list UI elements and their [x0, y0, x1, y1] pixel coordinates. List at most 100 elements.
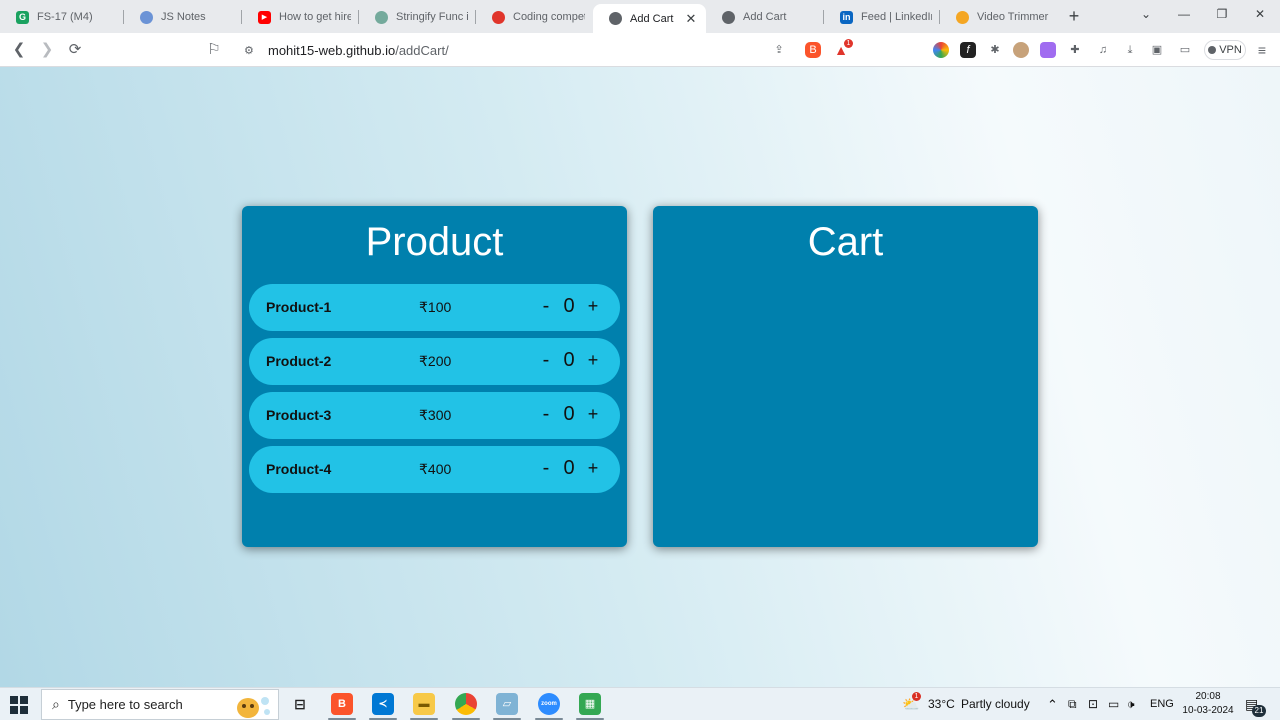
minimize-button[interactable]: — [1164, 2, 1204, 26]
increase-button[interactable]: + [585, 349, 601, 371]
system-clock[interactable]: 20:08 10-03-2024 [1176, 690, 1240, 718]
menu-icon[interactable]: ≡ [1254, 42, 1270, 58]
tab-js-notes[interactable]: JS Notes [124, 4, 242, 30]
product-name: Product-2 [266, 353, 332, 369]
task-view-icon[interactable]: ⊟ [289, 693, 311, 715]
site-info-icon[interactable]: ⚙ [244, 44, 260, 57]
increase-button[interactable]: + [585, 403, 601, 425]
tab-linkedin[interactable]: in Feed | LinkedIn [824, 4, 940, 30]
ai-extension-icon[interactable] [1040, 42, 1056, 58]
tab-title: Stringify Func in J [396, 11, 468, 23]
language-indicator[interactable]: ENG [1150, 688, 1174, 720]
tab-title: Video Trimmer - C [977, 11, 1050, 23]
decrease-button[interactable]: - [539, 295, 553, 317]
chrome-taskbar-icon[interactable] [455, 693, 477, 715]
tab-title: FS-17 (M4) [37, 11, 93, 23]
close-tab-icon[interactable]: ✕ [684, 11, 698, 27]
product-price: ₹300 [419, 407, 452, 423]
search-highlight-mascot-icon [237, 697, 270, 718]
tab-title: Add Cart [630, 12, 674, 25]
globe-icon [722, 10, 735, 24]
tab-youtube[interactable]: ▶ How to get hired [242, 4, 359, 30]
file-explorer-icon[interactable]: ▬ [413, 693, 435, 715]
quantity-value: 0 [563, 349, 575, 371]
address-bar[interactable]: ⚙ mohit15-web.github.io/addCart/ [234, 37, 794, 63]
onedrive-icon[interactable]: ⧉ [1068, 688, 1077, 720]
url-text: mohit15-web.github.io/addCart/ [268, 43, 449, 58]
decrease-button[interactable]: - [539, 457, 553, 479]
battery-icon[interactable]: ▭ [1108, 688, 1119, 720]
new-tab-button[interactable]: + [1064, 5, 1084, 27]
weather-description: Partly cloudy [961, 697, 1030, 711]
restore-button[interactable]: ❐ [1202, 2, 1242, 26]
search-icon: ⌕ [52, 696, 60, 712]
tab-add-cart-active[interactable]: Add Cart ✕ [593, 4, 706, 33]
windows-taskbar: ⌕ Type here to search ⊟ B ≺ ▬ ▱ zoom ▦ ⛅… [0, 687, 1280, 720]
notepad-taskbar-icon[interactable]: ▱ [496, 693, 518, 715]
reload-button[interactable]: ⟳ [64, 39, 86, 61]
windows-start-icon[interactable] [10, 696, 28, 714]
downloads-icon[interactable]: ⤓ [1122, 42, 1138, 58]
tab-coding[interactable]: Coding competiti [476, 4, 593, 30]
url-host: mohit15-web.github.io [268, 42, 396, 58]
forward-button[interactable]: ❯ [36, 39, 58, 61]
media-music-icon[interactable]: ♫ [1095, 42, 1111, 58]
cart-panel: Cart [653, 206, 1038, 547]
tab-title: JS Notes [161, 11, 206, 23]
tab-chatgpt[interactable]: Stringify Func in J [359, 4, 476, 30]
product-name: Product-4 [266, 461, 332, 477]
product-row: Product-2 ₹200 - 0 + [249, 338, 620, 385]
show-hidden-icons-icon[interactable]: ⌃ [1047, 688, 1058, 720]
quantity-value: 0 [563, 403, 575, 425]
tab-add-cart[interactable]: Add Cart [706, 4, 824, 30]
bug-extension-icon[interactable]: ✱ [987, 42, 1003, 58]
zoom-taskbar-icon[interactable]: zoom [538, 693, 560, 715]
fire-icon [492, 10, 505, 24]
vpn-button[interactable]: VPN [1204, 40, 1246, 60]
tab-video-trimmer[interactable]: Video Trimmer - C [940, 4, 1058, 30]
font-extension-icon[interactable]: f [960, 42, 976, 58]
avatar-extension-icon[interactable] [1013, 42, 1029, 58]
chatgpt-icon [375, 10, 388, 24]
bookmark-icon[interactable]: ⚐ [203, 39, 225, 61]
back-button[interactable]: ❮ [8, 39, 30, 61]
color-picker-extension-icon[interactable] [933, 42, 949, 58]
clock-time: 20:08 [1195, 691, 1221, 702]
url-path: /addCart/ [395, 42, 449, 58]
share-icon[interactable]: ⇪ [771, 42, 787, 58]
classroom-taskbar-icon[interactable]: ▦ [579, 693, 601, 715]
quantity-value: 0 [563, 295, 575, 317]
product-title: Product [365, 220, 504, 264]
tab-fs17[interactable]: G FS-17 (M4) [0, 4, 124, 30]
video-trimmer-icon [956, 10, 969, 24]
brave-taskbar-icon[interactable]: B [331, 693, 353, 715]
linkedin-icon: in [840, 10, 853, 24]
product-row: Product-4 ₹400 - 0 + [249, 446, 620, 493]
wallet-icon[interactable]: ▭ [1177, 42, 1193, 58]
quantity-value: 0 [563, 457, 575, 479]
product-row: Product-3 ₹300 - 0 + [249, 392, 620, 439]
product-price: ₹400 [419, 461, 452, 477]
tab-search-icon[interactable]: ⌄ [1126, 2, 1166, 26]
taskbar-search-box[interactable]: ⌕ Type here to search [41, 689, 279, 720]
decrease-button[interactable]: - [539, 349, 553, 371]
product-row: Product-1 ₹100 - 0 + [249, 284, 620, 331]
tab-title: Add Cart [743, 11, 787, 23]
weather-badge: 1 [912, 692, 921, 701]
tab-title: How to get hired [279, 11, 351, 23]
clock-date: 10-03-2024 [1182, 705, 1234, 716]
cart-title: Cart [807, 220, 884, 264]
volume-icon[interactable]: 🕩 [1127, 688, 1135, 720]
increase-button[interactable]: + [585, 457, 601, 479]
notification-count-badge: 21 [1252, 705, 1266, 717]
sidebar-icon[interactable]: ▣ [1149, 42, 1165, 58]
close-window-button[interactable]: ✕ [1240, 2, 1280, 26]
tab-title: Feed | LinkedIn [861, 11, 932, 23]
brave-shields-icon[interactable]: B [805, 42, 821, 58]
extensions-puzzle-icon[interactable]: ✚ [1067, 42, 1083, 58]
display-icon[interactable]: ⊡ [1088, 688, 1098, 720]
decrease-button[interactable]: - [539, 403, 553, 425]
vscode-taskbar-icon[interactable]: ≺ [372, 693, 394, 715]
increase-button[interactable]: + [585, 295, 601, 317]
product-name: Product-1 [266, 299, 332, 315]
